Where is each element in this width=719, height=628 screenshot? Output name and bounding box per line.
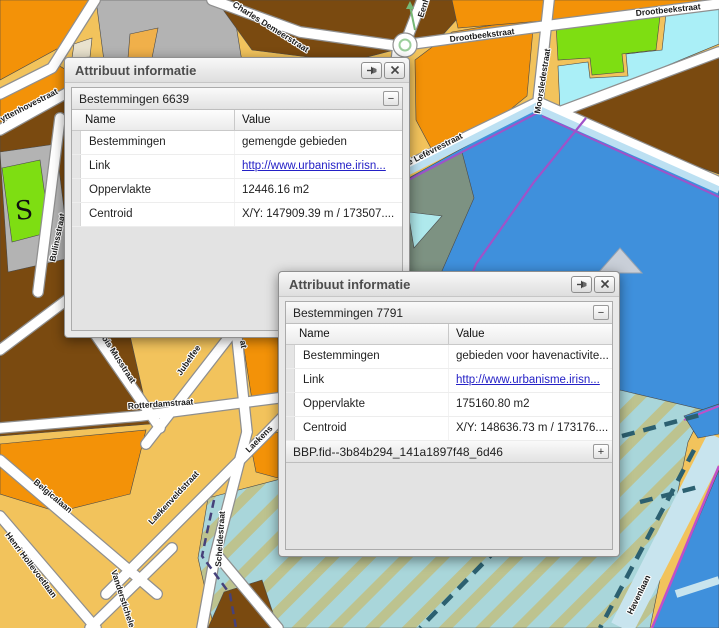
column-header-value: Value	[448, 324, 612, 344]
row-gutter	[72, 155, 81, 178]
window-titlebar[interactable]: Attribuut informatie	[279, 272, 619, 297]
row-gutter	[286, 345, 295, 368]
attr-value: gemengde gebieden	[234, 131, 402, 154]
attr-name: Bestemmingen	[295, 345, 448, 368]
pin-button[interactable]	[571, 276, 592, 293]
attr-value: gebieden voor havenactivite...	[448, 345, 612, 368]
attr-value: 12446.16 m2	[234, 179, 402, 202]
table-row[interactable]: Oppervlakte 175160.80 m2	[286, 393, 612, 417]
row-gutter	[286, 369, 295, 392]
window-titlebar[interactable]: Attribuut informatie	[65, 58, 409, 83]
attr-name: Link	[81, 155, 234, 178]
column-header-name: Name	[72, 110, 234, 130]
attribute-panel: Bestemmingen 7791 − Name Value Bestemmin…	[285, 301, 613, 550]
row-gutter	[72, 131, 81, 154]
table-row[interactable]: Bestemmingen gemengde gebieden	[72, 131, 402, 155]
attr-value: 175160.80 m2	[448, 393, 612, 416]
attr-name: Oppervlakte	[81, 179, 234, 202]
attr-value: X/Y: 147909.39 m / 173507....	[234, 203, 402, 226]
app-stage: S Charles DemeerstraatDroo	[0, 0, 719, 628]
expand-button[interactable]: +	[593, 444, 609, 459]
attr-name: Centroid	[81, 203, 234, 226]
attr-name: Link	[295, 369, 448, 392]
collapsed-feature-title: BBP.fid--3b84b294_141a1897f48_6d46	[293, 445, 593, 459]
column-header-value: Value	[234, 110, 402, 130]
row-gutter	[286, 417, 295, 440]
close-button[interactable]	[594, 276, 615, 293]
attr-name: Oppervlakte	[295, 393, 448, 416]
school-symbol: S	[14, 195, 35, 227]
table-row[interactable]: Link http://www.urbanisme.irisn...	[72, 155, 402, 179]
table-header: Name Value	[286, 324, 612, 345]
attribute-window-2[interactable]: Attribuut informatie Bestemmingen 7791 −…	[278, 271, 620, 557]
attr-name: Bestemmingen	[81, 131, 234, 154]
table-row[interactable]: Centroid X/Y: 148636.73 m / 173176....	[286, 417, 612, 441]
table-row[interactable]: Centroid X/Y: 147909.39 m / 173507....	[72, 203, 402, 227]
table-row[interactable]: Link http://www.urbanisme.irisn...	[286, 369, 612, 393]
table-row[interactable]: Oppervlakte 12446.16 m2	[72, 179, 402, 203]
row-gutter	[286, 393, 295, 416]
collapse-button[interactable]: −	[383, 91, 399, 106]
attr-link-value[interactable]: http://www.urbanisme.irisn...	[448, 369, 612, 392]
close-icon	[390, 65, 400, 75]
window-title: Attribuut informatie	[75, 63, 361, 78]
feature-section-title: Bestemmingen 6639	[79, 92, 383, 106]
window-title: Attribuut informatie	[289, 277, 571, 292]
pin-icon	[576, 279, 588, 290]
table-header: Name Value	[72, 110, 402, 131]
close-icon	[600, 279, 610, 289]
collapsed-feature-header[interactable]: BBP.fid--3b84b294_141a1897f48_6d46 +	[286, 441, 612, 463]
row-gutter	[72, 203, 81, 226]
panel-empty-area	[286, 463, 612, 549]
pin-icon	[366, 65, 378, 76]
close-button[interactable]	[384, 62, 405, 79]
collapse-button[interactable]: −	[593, 305, 609, 320]
feature-section-header[interactable]: Bestemmingen 6639 −	[72, 88, 402, 110]
column-header-name: Name	[286, 324, 448, 344]
attr-name: Centroid	[295, 417, 448, 440]
row-gutter	[72, 179, 81, 202]
attr-value: X/Y: 148636.73 m / 173176....	[448, 417, 612, 440]
attr-link-value[interactable]: http://www.urbanisme.irisn...	[234, 155, 402, 178]
pin-button[interactable]	[361, 62, 382, 79]
table-row[interactable]: Bestemmingen gebieden voor havenactivite…	[286, 345, 612, 369]
feature-section-header[interactable]: Bestemmingen 7791 −	[286, 302, 612, 324]
feature-section-title: Bestemmingen 7791	[293, 306, 593, 320]
